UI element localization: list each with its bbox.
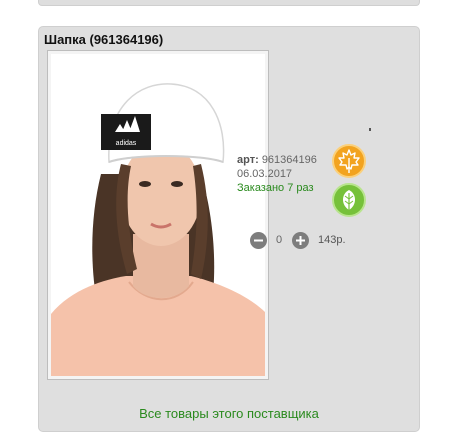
card-footer-layer: Все товары этого поставщика <box>38 26 420 432</box>
previous-card-edge <box>38 0 420 6</box>
all-supplier-products-link[interactable]: Все товары этого поставщика <box>38 406 420 421</box>
